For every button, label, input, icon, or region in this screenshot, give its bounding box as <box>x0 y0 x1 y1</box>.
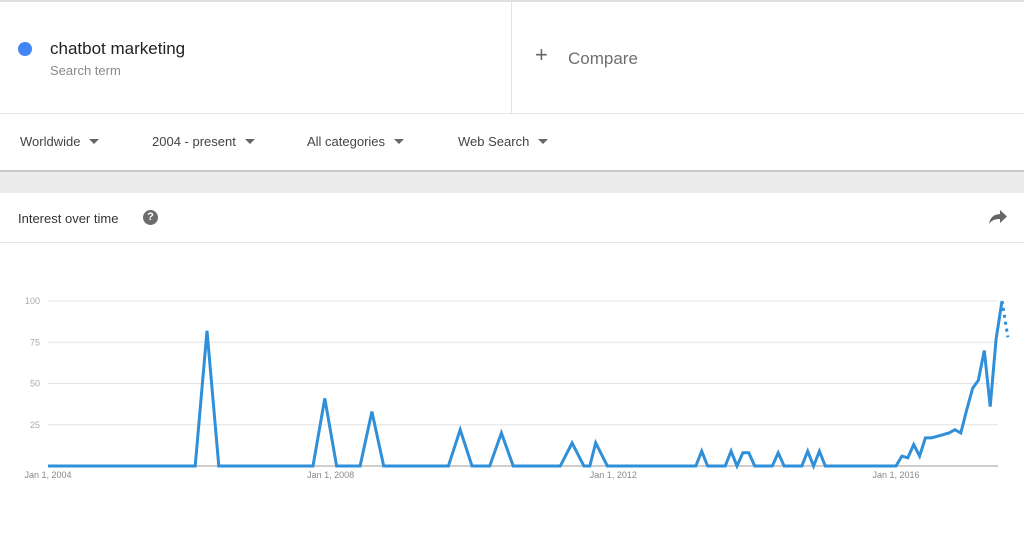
y-tick-label: 75 <box>30 337 40 347</box>
dropdown-caret-icon <box>89 139 100 145</box>
dropdown-caret-icon <box>244 139 255 145</box>
x-tick-label: Jan 1, 2016 <box>872 470 919 480</box>
y-tick-label: 50 <box>30 379 40 389</box>
region-filter-label: Worldwide <box>20 134 81 149</box>
dropdown-caret-icon <box>394 139 405 145</box>
category-filter-dropdown[interactable]: All categories <box>307 134 405 149</box>
x-tick-label: Jan 1, 2012 <box>590 470 637 480</box>
interest-over-time-chart: 25 50 75 100 Jan 1, 2004 Jan 1, 2008 Jan 1, 2… <box>24 296 1010 480</box>
help-icon[interactable]: ? <box>143 210 158 225</box>
section-gap <box>0 172 1024 193</box>
term-color-dot-icon <box>18 42 32 56</box>
plus-icon: + <box>535 42 548 67</box>
compare-label: Compare <box>568 49 638 68</box>
share-icon[interactable] <box>988 209 1008 225</box>
search-type-filter-dropdown[interactable]: Web Search <box>458 134 549 149</box>
search-term-subtitle: Search term <box>50 63 121 78</box>
search-term-name[interactable]: chatbot marketing <box>50 39 185 59</box>
x-tick-label: Jan 1, 2008 <box>307 470 354 480</box>
category-filter-label: All categories <box>307 134 386 149</box>
compare-button[interactable]: + Compare <box>512 2 1024 113</box>
x-tick-label: Jan 1, 2004 <box>24 470 71 480</box>
panel-title: Interest over time <box>18 211 119 226</box>
region-filter-dropdown[interactable]: Worldwide <box>20 134 100 149</box>
y-tick-label: 25 <box>30 420 40 430</box>
series-partial-line <box>1000 300 1010 338</box>
filter-bar: Worldwide 2004 - present All categories … <box>0 114 1024 170</box>
dropdown-caret-icon <box>538 139 549 145</box>
time-filter-label: 2004 - present <box>152 134 236 149</box>
search-term-card[interactable]: chatbot marketing Search term <box>0 2 511 113</box>
y-tick-label: 100 <box>25 296 40 306</box>
search-type-filter-label: Web Search <box>458 134 530 149</box>
time-filter-dropdown[interactable]: 2004 - present <box>152 134 255 149</box>
interest-over-time-header: Interest over time ? <box>0 193 1024 242</box>
